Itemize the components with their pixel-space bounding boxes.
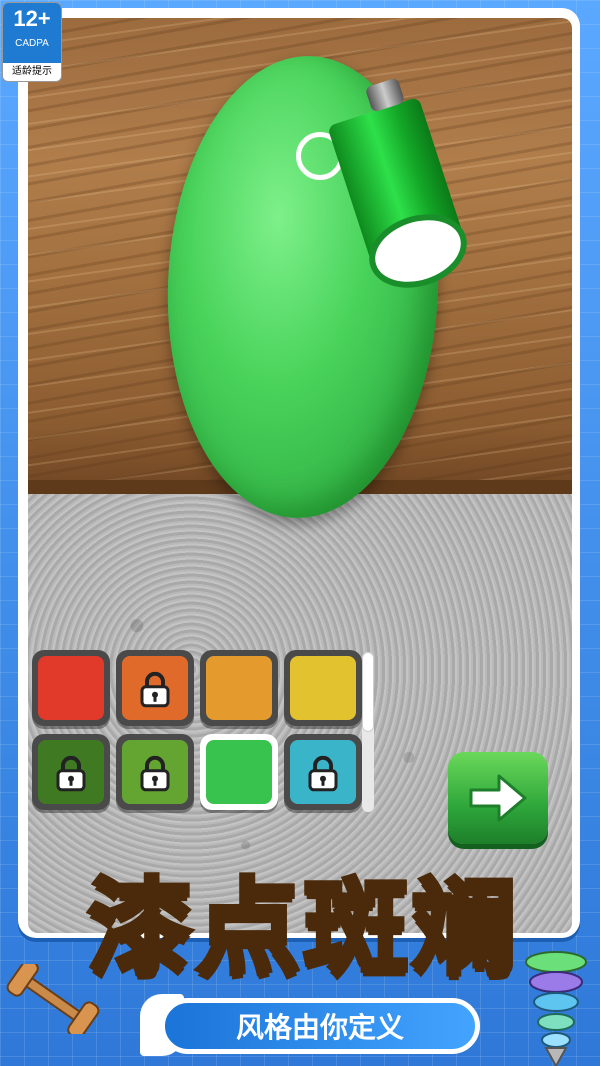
age-rating-note: 适龄提示	[12, 66, 52, 77]
color-swatch-fill	[290, 656, 356, 720]
color-swatch-fill	[38, 656, 104, 720]
palette-scrollbar[interactable]	[362, 652, 374, 812]
palette-scroll-thumb[interactable]	[362, 652, 374, 732]
age-rating-badge: 12+ CADPA 适龄提示	[2, 2, 62, 82]
subtitle-text: 风格由你定义	[235, 1011, 404, 1044]
subtitle-banner: 风格由你定义	[160, 998, 480, 1054]
padlock-icon	[140, 671, 170, 708]
padlock-icon	[140, 755, 170, 792]
color-swatch[interactable]	[200, 650, 278, 726]
spray-can-icon[interactable]	[327, 77, 477, 300]
age-rating-value: 12+	[13, 6, 51, 31]
color-swatch-fill	[206, 740, 272, 804]
game-title: 漆点斑斓	[85, 864, 520, 991]
color-swatch[interactable]	[200, 734, 278, 810]
color-swatch[interactable]	[116, 650, 194, 726]
padlock-icon	[56, 755, 86, 792]
color-palette	[32, 650, 368, 814]
age-rating-header: 12+ CADPA	[3, 3, 61, 63]
color-swatch[interactable]	[32, 734, 110, 810]
color-swatch[interactable]	[284, 650, 362, 726]
next-button[interactable]	[448, 752, 548, 844]
color-swatch[interactable]	[116, 734, 194, 810]
color-swatch[interactable]	[284, 734, 362, 810]
color-swatch-fill	[206, 656, 272, 720]
color-swatch[interactable]	[32, 650, 110, 726]
age-rating-org: CADPA	[15, 38, 49, 49]
arrow-right-icon	[469, 774, 527, 822]
padlock-icon	[308, 755, 338, 792]
